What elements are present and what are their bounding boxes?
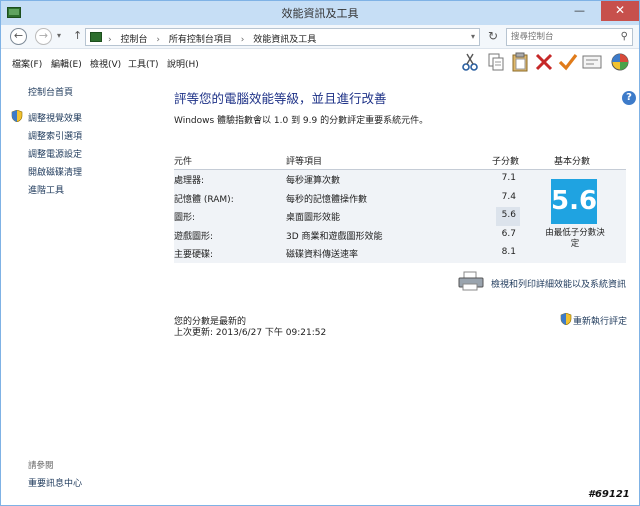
sidebar-item-action-center[interactable]: 重要訊息中心 [28, 476, 82, 489]
component-cell: 圖形: [174, 213, 196, 224]
help-icon[interactable]: ? [622, 91, 636, 105]
forward-button[interactable]: → [35, 28, 52, 45]
search-input[interactable] [511, 31, 611, 43]
see-also-heading: 請參閱 [28, 461, 54, 471]
menu-edit[interactable]: 編輯(E) [51, 57, 82, 70]
table-row: 遊戲圖形: 3D 商業和遊戲圖形效能 6.7 [174, 226, 523, 245]
component-cell: 處理器: [174, 176, 205, 186]
back-button[interactable]: ← [10, 28, 27, 45]
menu-help[interactable]: 說明(H) [167, 57, 199, 70]
breadcrumb-separator: › [108, 35, 112, 45]
last-updated: 上次更新: 2013/6/27 下午 09:21:52 [174, 328, 327, 338]
subscore-cell: 7.1 [501, 173, 516, 183]
table-row: 圖形: 桌面圖形效能 5.6 [174, 207, 523, 226]
sidebar-item-power-settings[interactable]: 調整電源設定 [28, 147, 82, 160]
score-rows: 處理器: 每秒運算次數 7.1 記憶體 (RAM): 每秒的記憶體操作數 7.4… [174, 170, 523, 263]
column-header-subscore: 子分數 [492, 157, 520, 167]
shield-icon [11, 110, 23, 122]
menu-bar: 檔案(F) 編輯(E) 檢視(V) 工具(T) 說明(H) [1, 49, 639, 75]
base-score-caption: 由最低子分數決 定 [533, 228, 617, 250]
refresh-button[interactable]: ↻ [484, 28, 502, 46]
close-button[interactable]: ✕ [601, 1, 639, 21]
sidebar-home-link[interactable]: 控制台首頁 [28, 85, 73, 98]
breadcrumb: › 控制台 › 所有控制台項目 › 效能資訊及工具 [108, 32, 316, 45]
menu-file[interactable]: 檔案(F) [12, 57, 42, 70]
print-details-link[interactable]: 檢視和列印詳細效能以及系統資訊 [491, 277, 626, 290]
recent-locations-dropdown-icon[interactable]: ▾ [57, 31, 61, 40]
search-box[interactable]: ⚲ [506, 28, 633, 46]
address-bar[interactable]: › 控制台 › 所有控制台項目 › 效能資訊及工具 ▾ [85, 28, 480, 46]
base-score-caption-line: 由最低子分數決 [545, 228, 605, 238]
table-row: 處理器: 每秒運算次數 7.1 [174, 170, 523, 189]
sidebar-item-advanced-tools[interactable]: 進階工具 [28, 183, 64, 196]
copy-icon[interactable] [485, 52, 507, 72]
page-description: Windows 體驗指數會以 1.0 到 9.9 的分數評定重要系統元件。 [174, 116, 429, 126]
title-bar[interactable]: 效能資訊及工具 — □ ✕ [1, 1, 639, 25]
delete-icon[interactable] [533, 52, 555, 72]
printer-icon [458, 271, 484, 291]
sidebar-item-disk-cleanup[interactable]: 開啟磁碟清理 [28, 165, 82, 178]
column-header-rated-item: 評等項目 [286, 157, 323, 167]
breadcrumb-all-items[interactable]: 所有控制台項目 [169, 32, 232, 45]
search-icon[interactable]: ⚲ [621, 31, 628, 42]
menu-tools[interactable]: 工具(T) [128, 57, 159, 70]
cut-icon[interactable] [459, 52, 481, 72]
rated-item-cell: 磁碟資料傳送速率 [286, 250, 359, 261]
rerun-assessment-link[interactable]: 重新執行評定 [573, 314, 627, 327]
component-cell: 主要硬碟: [174, 250, 214, 261]
sidebar-item-indexing-options[interactable]: 調整索引選項 [28, 129, 82, 142]
breadcrumb-control-panel[interactable]: 控制台 [120, 32, 147, 45]
rerun-shield-icon [560, 313, 572, 325]
window: 效能資訊及工具 — □ ✕ ← → ▾ ↑ › 控制台 › 所有控制台項目 › … [0, 0, 640, 506]
column-header-component: 元件 [174, 157, 193, 167]
main-content: 評等您的電腦效能等級，並且進行改善 ? Windows 體驗指數會以 1.0 到… [159, 75, 639, 505]
sidebar-item-visual-effects[interactable]: 調整視覺效果 [28, 111, 82, 124]
performance-icon[interactable] [609, 52, 631, 72]
table-row: 記憶體 (RAM): 每秒的記憶體操作數 7.4 [174, 189, 523, 208]
score-table: 元件 評等項目 子分數 基本分數 處理器: 每秒運算次數 7.1 記憶體 (RA… [174, 149, 626, 263]
base-score-caption-line: 定 [570, 239, 580, 249]
page-title: 評等您的電腦效能等級，並且進行改善 [174, 91, 387, 106]
subscore-cell: 7.4 [501, 191, 516, 202]
window-title: 效能資訊及工具 [281, 7, 359, 20]
breadcrumb-performance[interactable]: 效能資訊及工具 [253, 32, 316, 45]
paste-icon[interactable] [509, 52, 531, 72]
properties-icon[interactable] [581, 52, 603, 72]
watermark: #69121 [588, 489, 630, 500]
control-panel-small-icon [90, 32, 102, 42]
component-cell: 遊戲圖形: [174, 231, 214, 242]
address-dropdown-icon[interactable]: ▾ [471, 32, 475, 41]
minimize-button[interactable]: — [567, 1, 592, 21]
column-header-base-score: 基本分數 [554, 157, 591, 167]
breadcrumb-separator: › [240, 35, 245, 45]
sidebar: 控制台首頁 調整視覺效果 調整索引選項 調整電源設定 開啟磁碟清理 進階工具 請… [1, 75, 159, 505]
rated-item-cell: 3D 商業和遊戲圖形效能 [286, 231, 383, 242]
checkmark-icon[interactable] [557, 52, 579, 72]
subscore-cell: 5.6 [501, 210, 516, 221]
base-score-panel: 5.6 由最低子分數決 定 [523, 170, 626, 263]
rated-item-cell: 桌面圖形效能 [286, 213, 341, 224]
navigation-bar: ← → ▾ ↑ › 控制台 › 所有控制台項目 › 效能資訊及工具 ▾ ↻ ⚲ [1, 25, 639, 49]
subscore-cell: 6.7 [501, 228, 516, 239]
rated-item-cell: 每秒運算次數 [286, 176, 341, 186]
base-score-tile: 5.6 [551, 179, 597, 224]
rated-item-cell: 每秒的記憶體操作數 [286, 194, 368, 205]
subscore-cell: 8.1 [501, 247, 516, 258]
component-cell: 記憶體 (RAM): [174, 194, 234, 205]
table-row: 主要硬碟: 磁碟資料傳送速率 8.1 [174, 244, 523, 263]
up-button[interactable]: ↑ [73, 29, 82, 42]
menu-view[interactable]: 檢視(V) [90, 57, 121, 70]
breadcrumb-separator: › [156, 35, 160, 45]
